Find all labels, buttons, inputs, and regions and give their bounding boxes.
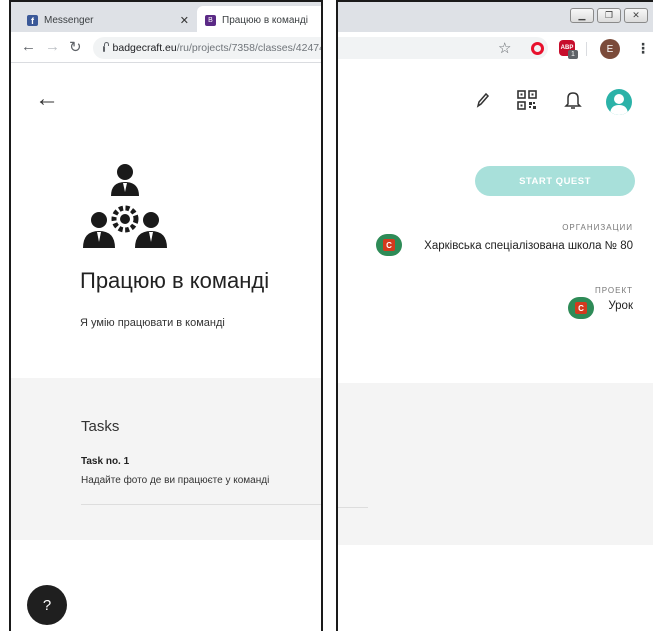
project-label: ПРОЕКТ [594,286,633,295]
tasks-heading: Tasks [81,418,120,435]
tab-badgecraft[interactable]: B Працюю в команді [197,6,321,34]
tab-strip: f Messenger ✕ B Працюю в команді [11,0,321,34]
tab-label: Працюю в команді [222,14,308,26]
user-avatar-icon[interactable] [606,89,632,115]
organization-logo: C [376,234,402,256]
task-text[interactable]: Надайте фото де ви працюєте у команді [81,475,269,486]
back-arrow-icon[interactable]: ← [35,85,59,113]
url-path: /ru/projects/7358/classes/42474 [176,42,323,54]
address-bar[interactable]: badgecraft.eu/ru/projects/7358/classes/4… [93,37,323,59]
task-divider-right [338,507,368,508]
organization-name[interactable]: Харківська спеціалізована школа № 80 [407,237,633,256]
forward-nav-icon[interactable]: → [45,38,60,55]
edit-pencil-icon[interactable] [472,89,494,111]
url-domain: badgecraft.eu [112,42,177,54]
adblock-badge: 1 [568,50,578,59]
organization-label: ОРГАНИЗАЦИИ [562,223,633,232]
left-browser-panel: f Messenger ✕ B Працюю в команді ← → ↻ b… [9,0,323,631]
tasks-section-right [338,383,653,545]
team-gear-icon [83,164,167,248]
browser-menu-icon[interactable]: ⋮ [636,40,650,57]
toolbar-separator [586,42,587,56]
lock-icon [103,42,108,52]
tab-label: Messenger [44,14,94,26]
start-quest-button[interactable]: START QUEST [475,166,635,196]
task-number: Task no. 1 [81,456,130,467]
bookmark-star-icon[interactable]: ☆ [498,39,511,57]
close-icon[interactable]: ✕ [180,14,189,27]
help-button[interactable]: ? [27,585,67,625]
logo-letter: C [575,302,587,314]
page-description: Я умію працювати в команді [80,317,225,329]
facebook-icon: f [27,14,38,26]
reload-icon[interactable]: ↻ [69,38,82,56]
restore-icon[interactable]: ❐ [597,8,621,23]
page-title: Працюю в команді [80,268,270,293]
logo-letter: C [383,239,395,251]
qr-code-icon[interactable] [516,89,538,111]
minimize-icon[interactable]: ▁ [570,8,594,23]
notification-bell-icon[interactable] [562,89,584,111]
project-name[interactable]: Урок [608,300,633,312]
project-logo: C [568,297,594,319]
tasks-section [11,378,321,540]
right-browser-panel: ▁ ❐ ✕ ☆ ABP 1 E ⋮ START QUEST ОРГАНИЗАЦИ… [336,0,653,631]
address-toolbar: ← → ↻ badgecraft.eu/ru/projects/7358/cla… [11,32,321,63]
back-nav-icon[interactable]: ← [21,38,36,55]
close-window-icon[interactable]: ✕ [624,8,648,23]
tab-messenger[interactable]: f Messenger ✕ [19,6,197,34]
address-bar-continued[interactable] [338,37,548,59]
badgecraft-icon: B [205,14,216,26]
window-controls: ▁ ❐ ✕ [570,8,648,23]
profile-avatar[interactable]: E [600,39,620,59]
panel-gap [323,0,336,631]
opera-extension-icon[interactable] [531,42,544,55]
task-divider [81,504,321,505]
